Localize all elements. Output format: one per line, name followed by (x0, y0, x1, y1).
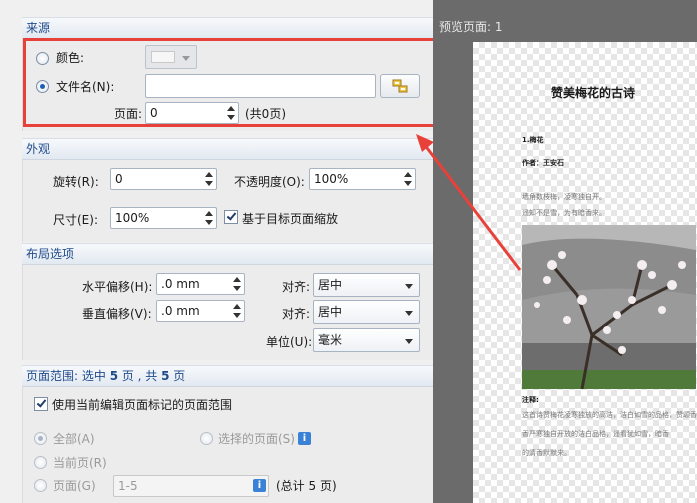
doc-title: 赞美梅花的古诗 (551, 86, 636, 100)
use-marked-range-label: 使用当前编辑页面标记的页面范围 (52, 398, 233, 412)
doc-note-2: 香严寒独自开放的洁白品格，遥看犹如雪，暗香 (522, 430, 669, 438)
pages-radio[interactable] (34, 479, 47, 492)
selected-pages-label: 选择的页面(S) (218, 432, 295, 446)
h-align-value: 居中 (318, 278, 343, 292)
annotation-arrow (416, 134, 522, 271)
scale-to-target-checkbox[interactable] (224, 210, 238, 224)
spinner-arrows-icon[interactable] (204, 171, 214, 187)
size-value: 100% (115, 211, 150, 225)
selected-count: 5 (109, 369, 119, 383)
scale-to-target-label: 基于目标页面缩放 (242, 212, 339, 226)
v-offset-value: .0 mm (161, 304, 200, 318)
page-range-group-title: 页面范围: 选中 5 页 , 共 5 页 (22, 365, 433, 387)
use-marked-range-checkbox[interactable] (34, 397, 48, 411)
v-offset-spinner[interactable]: .0 mm (156, 300, 245, 322)
h-align-label: 对齐: (282, 280, 311, 294)
appearance-group-title: 外观 (22, 138, 433, 160)
opacity-spinner[interactable]: 100% (309, 168, 416, 190)
highlight-box (23, 38, 437, 127)
source-group-title: 来源 (22, 17, 433, 39)
plum-blossom-photo (522, 225, 696, 389)
unit-value: 毫米 (318, 333, 343, 347)
current-page-label: 当前页(R) (53, 456, 107, 470)
v-offset-label: 垂直偏移(V): (82, 307, 152, 321)
current-page-radio[interactable] (34, 456, 47, 469)
v-align-select[interactable]: 居中 (313, 300, 420, 324)
chevron-down-icon (405, 284, 413, 289)
checkmark-icon (226, 210, 237, 221)
h-align-select[interactable]: 居中 (313, 273, 420, 297)
page-range-title-suffix: 页 (169, 369, 186, 383)
spinner-arrows-icon[interactable] (232, 303, 242, 319)
rotation-label: 旋转(R): (53, 175, 99, 189)
unit-label: 单位(U): (266, 335, 313, 349)
h-offset-label: 水平偏移(H): (82, 280, 153, 294)
all-pages-radio[interactable] (34, 432, 47, 445)
checkmark-icon (36, 397, 47, 408)
rotation-value: 0 (115, 172, 123, 186)
page-range-title-prefix: 页面范围: 选中 (26, 369, 110, 383)
doc-line-2: 遥知不是雪，为有暗香来。 (522, 209, 606, 217)
doc-note-1: 这首诗赞梅花凌寒独放的高洁，洁白如雪的品格，赞颂香气 (522, 411, 697, 419)
spinner-arrows-icon[interactable] (232, 276, 242, 292)
page-options-panel: 来源 颜色: 文件名(N): 页面: 0 (共0页) 外观 旋转(R): 0 不… (0, 0, 437, 503)
selected-pages-radio[interactable] (200, 432, 213, 445)
info-icon[interactable]: i (253, 479, 266, 492)
all-pages-label: 全部(A) (53, 432, 95, 446)
preview-header: 预览页面: 1 (439, 20, 503, 34)
pages-total-text: (总计 5 页) (276, 479, 337, 493)
h-offset-value: .0 mm (161, 277, 200, 291)
layout-group-title: 布局选项 (22, 243, 433, 265)
size-label: 尺寸(E): (53, 213, 98, 227)
pages-range-value: 1-5 (118, 479, 138, 493)
size-spinner[interactable]: 100% (110, 207, 217, 229)
h-offset-spinner[interactable]: .0 mm (156, 273, 245, 295)
pages-range-input[interactable]: 1-5 (113, 475, 269, 497)
unit-select[interactable]: 毫米 (313, 328, 420, 352)
v-align-value: 居中 (318, 305, 343, 319)
page-range-title-mid: 页 , 共 (118, 369, 162, 383)
doc-note-title: 注释: (522, 396, 539, 404)
doc-note-3: 的清香默默来。 (522, 449, 571, 457)
chevron-down-icon (405, 339, 413, 344)
spinner-arrows-icon[interactable] (204, 210, 214, 226)
info-icon[interactable]: i (298, 432, 311, 445)
opacity-label: 不透明度(O): (234, 175, 305, 189)
v-align-label: 对齐: (282, 307, 311, 321)
chevron-down-icon (405, 311, 413, 316)
rotation-spinner[interactable]: 0 (110, 168, 217, 190)
pages-label: 页面(G) (53, 479, 96, 493)
doc-line-1: 墙角数枝梅，凌寒独自开。 (522, 193, 606, 201)
opacity-value: 100% (314, 172, 349, 186)
